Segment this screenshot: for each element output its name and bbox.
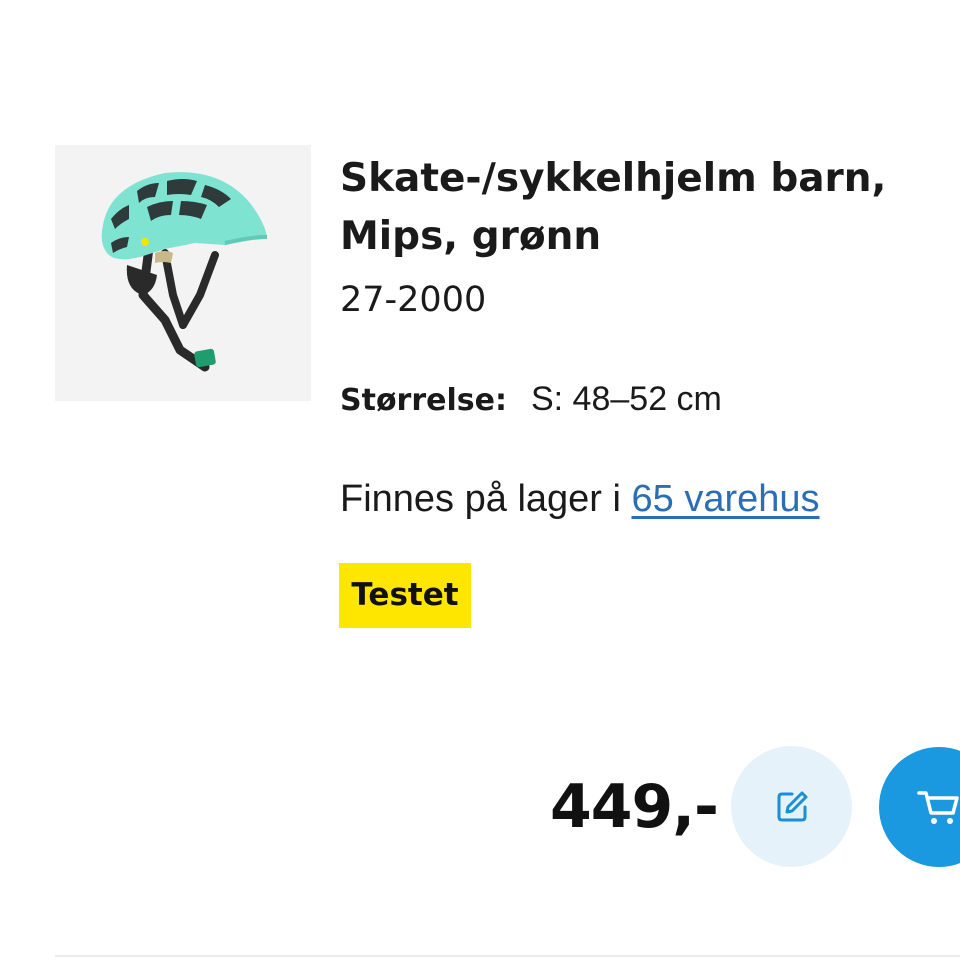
edit-note-icon — [777, 791, 807, 821]
product-title-line1: Skate-/sykkelhjelm barn, — [340, 156, 887, 201]
product-title[interactable]: Skate-/sykkelhjelm barn, Mips, grønn — [340, 150, 960, 266]
stock-text: Finnes på lager i — [340, 478, 632, 520]
article-number: 27-2000 — [340, 280, 487, 320]
size-label: Størrelse: — [340, 383, 507, 418]
product-image[interactable] — [55, 145, 311, 401]
tested-badge: Testet — [339, 563, 471, 628]
size-value: S: 48–52 cm — [530, 380, 722, 418]
helmet-image — [101, 172, 268, 372]
price: 449,- — [550, 772, 719, 842]
divider — [55, 955, 960, 957]
size-row: Størrelse: S: 48–52 cm — [340, 379, 722, 421]
cart-icon — [917, 791, 959, 824]
edit-note-button[interactable] — [731, 746, 852, 867]
stock-availability: Finnes på lager i 65 varehus — [340, 477, 820, 521]
stock-stores-link[interactable]: 65 varehus — [632, 478, 820, 520]
add-to-cart-button[interactable] — [879, 747, 960, 867]
product-title-line2: Mips, grønn — [340, 214, 602, 259]
